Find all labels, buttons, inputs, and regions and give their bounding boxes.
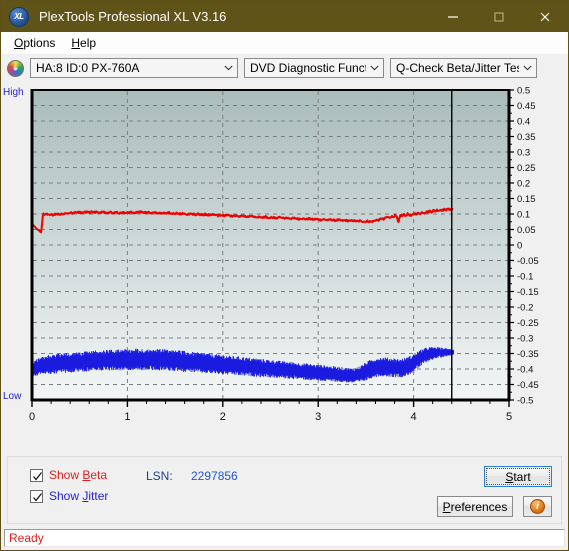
menu-item-help[interactable]: Help xyxy=(63,34,104,52)
lsn-value: 2297856 xyxy=(191,469,238,483)
svg-text:-0.5: -0.5 xyxy=(517,396,533,407)
show-jitter-checkbox[interactable] xyxy=(30,489,43,503)
svg-text:0.5: 0.5 xyxy=(517,86,530,97)
maximize-icon[interactable] xyxy=(476,1,522,32)
preferences-button-label-rest: references xyxy=(450,499,508,514)
svg-text:1: 1 xyxy=(124,411,130,423)
window-controls xyxy=(430,1,568,32)
svg-text:0.2: 0.2 xyxy=(517,179,530,190)
window-title: PlexTools Professional XL V3.16 xyxy=(39,9,227,24)
minimize-icon[interactable] xyxy=(430,1,476,32)
svg-text:0.45: 0.45 xyxy=(517,101,536,112)
svg-text:0.3: 0.3 xyxy=(517,148,530,159)
drive-select-value: HA:8 ID:0 PX-760A xyxy=(36,61,140,75)
show-jitter-label: Show Jitter xyxy=(49,489,109,503)
control-group: Show Beta Show Jitter LSN: 2297856 Start… xyxy=(7,456,562,524)
preferences-button[interactable]: Preferences xyxy=(437,496,513,517)
svg-text:3: 3 xyxy=(315,411,321,423)
app-icon-text: XL xyxy=(14,12,24,21)
svg-text:Low: Low xyxy=(3,391,22,402)
svg-text:-0.35: -0.35 xyxy=(517,349,539,360)
svg-text:0: 0 xyxy=(29,411,35,423)
show-jitter-row[interactable]: Show Jitter xyxy=(30,489,108,503)
menu-item-options[interactable]: Options xyxy=(6,34,63,52)
svg-text:5: 5 xyxy=(506,411,512,423)
chevron-down-icon[interactable] xyxy=(519,59,536,77)
chevron-down-icon[interactable] xyxy=(220,59,237,77)
svg-text:-0.3: -0.3 xyxy=(517,334,533,345)
svg-text:-0.45: -0.45 xyxy=(517,380,539,391)
svg-text:-0.1: -0.1 xyxy=(517,272,533,283)
app-xl-icon: XL xyxy=(9,6,29,27)
svg-text:0: 0 xyxy=(517,241,522,252)
toolbar: HA:8 ID:0 PX-760A DVD Diagnostic Functio… xyxy=(1,54,568,82)
svg-text:-0.05: -0.05 xyxy=(517,256,539,267)
close-icon[interactable] xyxy=(522,1,568,32)
svg-text:-0.4: -0.4 xyxy=(517,365,533,376)
drive-select[interactable]: HA:8 ID:0 PX-760A xyxy=(30,58,238,78)
title-bar: XL PlexTools Professional XL V3.16 xyxy=(1,1,568,32)
show-beta-label-rest: eta xyxy=(90,468,108,482)
svg-text:High: High xyxy=(3,87,24,98)
beta-jitter-chart: 0.5 0.45 0.4 0.35 0.3 0.25 0.2 0.15 0.1 0.05 0 -0.0… xyxy=(3,86,539,424)
disc-icon xyxy=(7,59,24,77)
svg-text:-0.25: -0.25 xyxy=(517,318,539,329)
show-beta-checkbox[interactable] xyxy=(30,468,43,482)
function-select-value: DVD Diagnostic Functions xyxy=(250,61,366,75)
svg-text:0.35: 0.35 xyxy=(517,132,536,143)
start-button-focus-outline xyxy=(486,468,550,485)
info-glyph: i xyxy=(536,501,539,512)
show-beta-row[interactable]: Show Beta xyxy=(30,468,107,482)
svg-text:-0.2: -0.2 xyxy=(517,303,533,314)
svg-text:0.4: 0.4 xyxy=(517,117,530,128)
lsn-label: LSN: xyxy=(146,469,173,483)
status-text: Ready xyxy=(9,531,44,545)
svg-text:0.15: 0.15 xyxy=(517,194,536,205)
svg-text:0.25: 0.25 xyxy=(517,163,536,174)
test-select[interactable]: Q-Check Beta/Jitter Test xyxy=(390,58,537,78)
svg-text:0.1: 0.1 xyxy=(517,210,530,221)
preferences-button-label: Preferences xyxy=(442,499,508,514)
menu-item-help-label: elp xyxy=(80,35,97,50)
svg-text:4: 4 xyxy=(411,411,417,423)
menu-bar: Options Help xyxy=(1,32,568,54)
chevron-down-icon[interactable] xyxy=(366,59,383,77)
show-beta-label: Show Beta xyxy=(49,468,108,482)
start-button[interactable]: Start xyxy=(484,466,552,487)
svg-text:0.05: 0.05 xyxy=(517,225,536,236)
chart-panel: 0.5 0.45 0.4 0.35 0.3 0.25 0.2 0.15 0.1 0.05 0 -0.0… xyxy=(1,82,568,453)
info-icon: i xyxy=(530,499,545,514)
svg-text:-0.15: -0.15 xyxy=(517,287,539,298)
test-select-value: Q-Check Beta/Jitter Test xyxy=(396,61,519,75)
menu-item-options-label: ptions xyxy=(23,35,56,50)
function-select[interactable]: DVD Diagnostic Functions xyxy=(244,58,384,78)
application-window: XL PlexTools Professional XL V3.16 Optio… xyxy=(0,0,569,551)
svg-text:2: 2 xyxy=(220,411,226,423)
status-bar: Ready xyxy=(4,529,565,547)
info-button[interactable]: i xyxy=(523,496,552,517)
show-jitter-label-rest: itter xyxy=(88,489,109,503)
